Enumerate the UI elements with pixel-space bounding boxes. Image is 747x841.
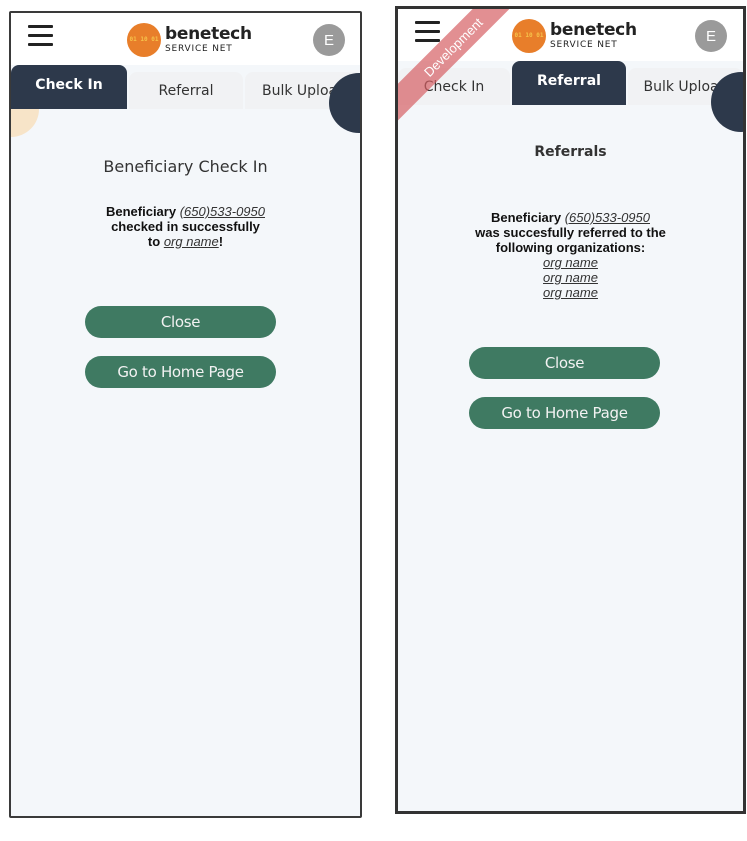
message-beneficiary: Beneficiary: [105, 204, 177, 219]
logo-mark-icon: 01 10 01: [512, 19, 546, 53]
message-beneficiary: Beneficiary: [490, 210, 562, 225]
org-name-link[interactable]: org name: [164, 234, 219, 249]
beneficiary-phone-link[interactable]: (650)533-0950: [565, 210, 650, 225]
message-to: to: [147, 234, 161, 249]
home-page-button[interactable]: Go to Home Page: [85, 356, 276, 388]
message-exclaim: !: [218, 234, 224, 249]
page-title: Beneficiary Check In: [103, 157, 268, 176]
tab-referral[interactable]: Referral: [512, 61, 626, 105]
checkin-message: Beneficiary (650)533-0950 checked in suc…: [11, 204, 360, 249]
benetech-logo[interactable]: 01 10 01 benetech SERVICE NET: [512, 18, 637, 54]
app-header: 01 10 01 benetech SERVICE NET E: [11, 13, 360, 65]
home-page-button[interactable]: Go to Home Page: [469, 397, 660, 429]
hamburger-menu-icon[interactable]: [415, 21, 440, 45]
brand-subtitle: SERVICE NET: [165, 44, 233, 54]
brand-subtitle: SERVICE NET: [550, 40, 618, 50]
message-organizations: following organizations:: [495, 240, 646, 255]
beneficiary-phone-link[interactable]: (650)533-0950: [180, 204, 265, 219]
close-button[interactable]: Close: [85, 306, 276, 338]
page-title: Referrals: [534, 144, 607, 160]
user-avatar[interactable]: E: [313, 24, 345, 56]
org-name-link[interactable]: org name: [543, 285, 598, 300]
tab-bar: Check In Referral Bulk Upload: [11, 65, 360, 109]
message-checked-in: checked in successfully: [111, 219, 260, 234]
referral-message: Beneficiary (650)533-0950 was succesfull…: [398, 210, 743, 300]
org-name-link[interactable]: org name: [543, 255, 598, 270]
message-referred: was succesfully referred to the: [475, 225, 666, 240]
user-avatar[interactable]: E: [695, 20, 727, 52]
tab-check-in[interactable]: Check In: [11, 65, 127, 109]
brand-name: benetech: [550, 20, 637, 40]
checkin-screen: 01 10 01 benetech SERVICE NET E Check In…: [9, 11, 362, 818]
tab-referral[interactable]: Referral: [129, 72, 243, 109]
org-name-link[interactable]: org name: [543, 270, 598, 285]
brand-name: benetech: [165, 24, 252, 44]
close-button[interactable]: Close: [469, 347, 660, 379]
decorative-accent: [11, 109, 39, 137]
logo-mark-icon: 01 10 01: [127, 23, 161, 57]
hamburger-menu-icon[interactable]: [28, 25, 53, 49]
benetech-logo[interactable]: 01 10 01 benetech SERVICE NET: [127, 22, 252, 58]
referral-screen: 01 10 01 benetech SERVICE NET E Check In…: [395, 6, 746, 814]
